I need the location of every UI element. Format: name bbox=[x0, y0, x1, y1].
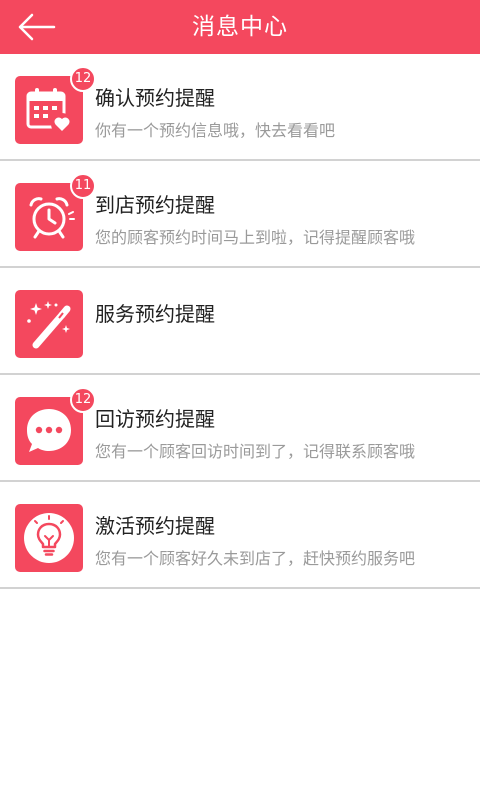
lightbulb-icon bbox=[24, 513, 74, 563]
message-list: 12 确认预约提醒 你有一个预约信息哦，快去看看吧 11 到店预约提醒 您的顾客… bbox=[0, 54, 480, 589]
item-title: 服务预约提醒 bbox=[95, 302, 215, 326]
item-title: 确认预约提醒 bbox=[95, 86, 215, 110]
chat-bubble-icon bbox=[27, 409, 71, 452]
item-title: 回访预约提醒 bbox=[95, 407, 215, 431]
item-title: 到店预约提醒 bbox=[95, 193, 215, 217]
header-bar: 消息中心 bbox=[0, 0, 480, 54]
list-item-arrival-reminder[interactable]: 11 到店预约提醒 您的顾客预约时间马上到啦，记得提醒顾客哦 bbox=[0, 161, 480, 268]
list-item-service-reminder[interactable]: 服务预约提醒 bbox=[0, 268, 480, 375]
badge-count: 12 bbox=[70, 387, 96, 413]
item-subtitle: 您有一个顾客回访时间到了，记得联系顾客哦 bbox=[95, 442, 416, 461]
item-subtitle: 您的顾客预约时间马上到啦，记得提醒顾客哦 bbox=[95, 228, 416, 247]
icon-tile bbox=[15, 290, 83, 358]
magic-wand-icon bbox=[27, 301, 71, 349]
page-title: 消息中心 bbox=[192, 14, 288, 40]
item-title: 激活预约提醒 bbox=[95, 514, 215, 538]
item-subtitle: 您有一个顾客好久未到店了，赶快预约服务吧 bbox=[95, 549, 416, 568]
badge-count: 11 bbox=[70, 173, 96, 199]
item-subtitle: 你有一个预约信息哦，快去看看吧 bbox=[95, 121, 336, 140]
list-item-followup-reminder[interactable]: 12 回访预约提醒 您有一个顾客回访时间到了，记得联系顾客哦 bbox=[0, 375, 480, 482]
list-item-activation-reminder[interactable]: 激活预约提醒 您有一个顾客好久未到店了，赶快预约服务吧 bbox=[0, 482, 480, 589]
list-item-confirm-reminder[interactable]: 12 确认预约提醒 你有一个预约信息哦，快去看看吧 bbox=[0, 54, 480, 161]
back-button[interactable] bbox=[12, 6, 60, 48]
icon-tile bbox=[15, 504, 83, 572]
calendar-heart-icon bbox=[26, 88, 73, 135]
alarm-clock-icon bbox=[29, 197, 75, 239]
arrow-left-icon bbox=[18, 13, 56, 41]
badge-count: 12 bbox=[70, 66, 96, 92]
